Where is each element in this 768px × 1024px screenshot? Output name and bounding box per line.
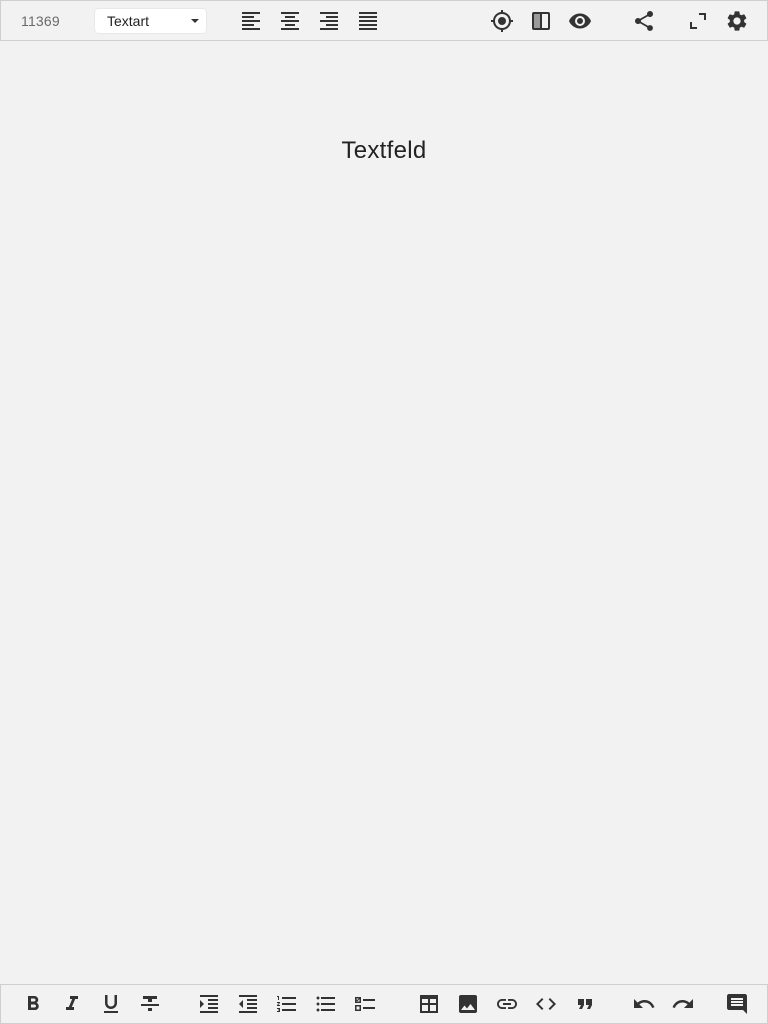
focus-mode-button[interactable] (488, 7, 516, 35)
table-icon (420, 995, 438, 1013)
undo-icon (634, 999, 655, 1008)
align-center-button[interactable] (276, 7, 304, 35)
gear-icon (727, 11, 747, 31)
indent-button[interactable] (195, 990, 223, 1018)
caret-down-icon (191, 19, 199, 23)
image-button[interactable] (454, 990, 482, 1018)
code-button[interactable] (532, 990, 560, 1018)
align-right-button[interactable] (315, 7, 343, 35)
outdent-button[interactable] (234, 990, 262, 1018)
word-count: 11369 (21, 13, 60, 29)
fullscreen-button[interactable] (684, 7, 712, 35)
link-button[interactable] (493, 990, 521, 1018)
comment-button[interactable] (723, 990, 751, 1018)
comment-icon (727, 994, 747, 1014)
align-justify-icon (359, 12, 377, 30)
top-toolbar: 11369 Textart (0, 0, 768, 41)
quote-button[interactable] (571, 990, 599, 1018)
preview-button[interactable] (566, 7, 594, 35)
bold-icon (28, 996, 39, 1010)
eye-icon (569, 13, 591, 29)
settings-button[interactable] (723, 7, 751, 35)
align-left-icon (242, 12, 260, 30)
italic-icon (66, 996, 78, 1010)
outdent-icon (239, 995, 257, 1013)
underline-button[interactable] (97, 990, 125, 1018)
editor-area[interactable]: Textfeld (0, 41, 768, 983)
image-icon (459, 995, 477, 1013)
format-toolbar (0, 984, 768, 1024)
strikethrough-button[interactable] (136, 990, 164, 1018)
numbered-list-button[interactable] (273, 990, 301, 1018)
fullscreen-icon (690, 13, 706, 29)
align-left-button[interactable] (237, 7, 265, 35)
underline-icon (104, 995, 118, 1013)
text-type-selected: Textart (107, 13, 150, 29)
bulleted-list-icon (316, 996, 335, 1012)
checklist-button[interactable] (351, 990, 379, 1018)
strikethrough-icon (141, 996, 159, 1011)
redo-button[interactable] (669, 990, 697, 1018)
italic-button[interactable] (58, 990, 86, 1018)
quote-icon (578, 999, 592, 1009)
bulleted-list-button[interactable] (312, 990, 340, 1018)
undo-button[interactable] (630, 990, 658, 1018)
link-icon (497, 999, 517, 1009)
text-type-select[interactable]: Textart (95, 9, 206, 33)
table-button[interactable] (415, 990, 443, 1018)
checklist-icon (355, 997, 375, 1011)
code-icon (536, 998, 556, 1010)
split-view-button[interactable] (527, 7, 555, 35)
numbered-list-icon (277, 996, 296, 1012)
share-button[interactable] (630, 7, 658, 35)
align-center-icon (281, 12, 299, 30)
redo-icon (672, 999, 693, 1008)
split-view-icon (532, 12, 550, 30)
editor-placeholder: Textfeld (341, 137, 427, 164)
align-justify-button[interactable] (354, 7, 382, 35)
crosshairs-gps-icon (491, 10, 513, 32)
bold-button[interactable] (19, 990, 47, 1018)
align-right-icon (320, 12, 338, 30)
share-icon (635, 11, 653, 31)
indent-icon (200, 995, 218, 1013)
